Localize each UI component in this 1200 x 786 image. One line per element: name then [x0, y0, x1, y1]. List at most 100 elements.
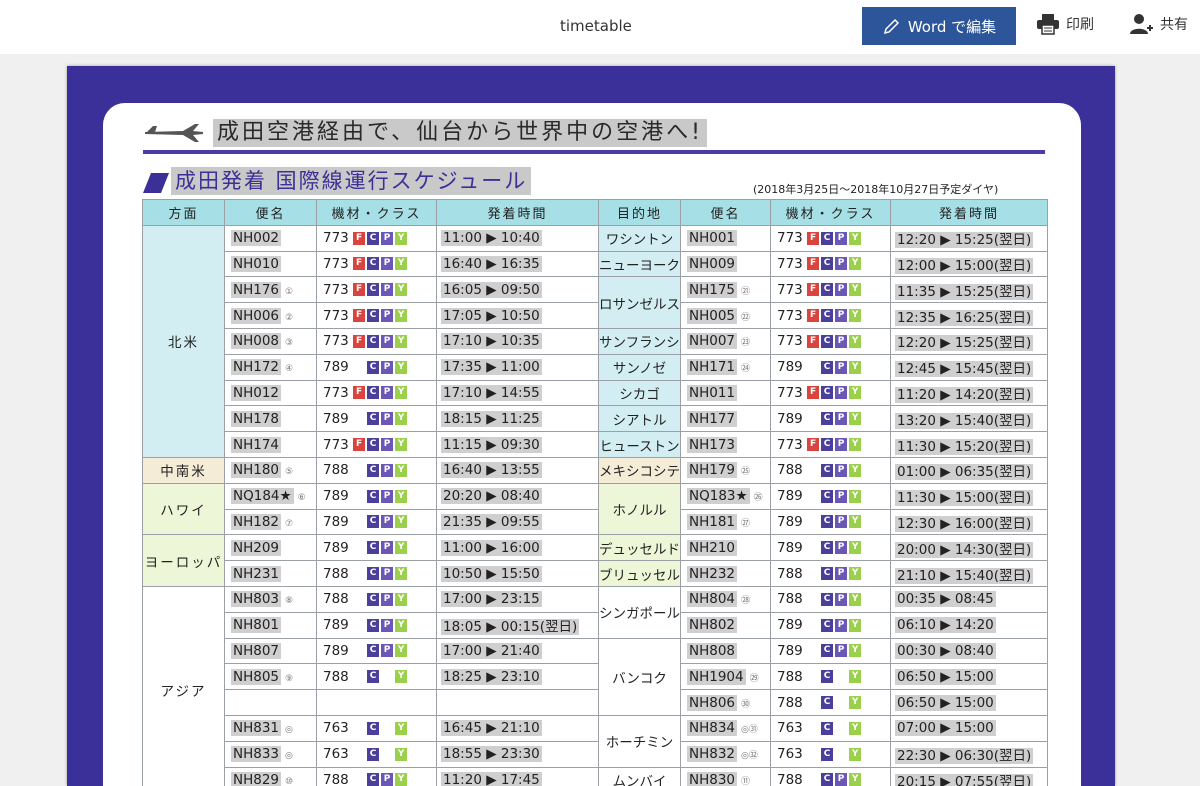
aircraft-in-cell: 788 CY: [770, 663, 891, 691]
time-in-cell: 12:45 ▶ 15:45(翌日): [890, 353, 1048, 381]
class-badge-c: C: [367, 541, 380, 555]
aircraft-type: 773: [777, 230, 803, 247]
class-badge-p: P: [835, 567, 848, 581]
departure-arrival-time: 12:45 ▶ 15:45(翌日): [895, 361, 1034, 378]
time-in-cell: 12:20 ▶ 15:25(翌日): [890, 327, 1048, 355]
class-badge-p: P: [381, 438, 394, 452]
flight-number: NH831: [231, 720, 282, 737]
class-badge-f: [353, 541, 365, 554]
class-badge-y: Y: [395, 463, 408, 477]
departure-arrival-time: 17:10 ▶ 14:55: [441, 384, 542, 401]
footnote-mark: ⑥: [297, 493, 306, 504]
class-badge-y: Y: [849, 670, 862, 684]
col-header-flight-out: 便名: [224, 199, 317, 226]
class-badge-y: Y: [395, 747, 408, 761]
aircraft-type: 789: [323, 359, 349, 376]
class-badge-c: C: [367, 515, 380, 529]
class-badge-c: C: [821, 438, 834, 452]
class-badge-p: P: [835, 515, 848, 529]
footnote-mark: ◎: [285, 751, 293, 762]
aircraft-in-cell: 773 FCPY: [770, 276, 891, 304]
aircraft-out-cell: 773 FCPY: [316, 327, 437, 355]
class-badge-p: P: [381, 257, 394, 271]
table-row: NH805 ⑨ 788 C Y 18:25 ▶ 23:10 NH1904 ㉙ 788 C Y 06…: [143, 663, 1048, 691]
class-badge-c: C: [367, 283, 380, 297]
destination-cell: ムンバイ: [598, 766, 681, 786]
airplane-icon: [145, 124, 203, 142]
table-row: 中南米NH180⑤788 CPY16:40 ▶ 13:55メキシコシティNH17…: [142, 456, 1048, 484]
col-header-region: 方面: [142, 199, 225, 226]
class-badges: FCPY: [353, 257, 408, 271]
print-button[interactable]: 印刷: [1036, 13, 1094, 35]
edit-in-word-button[interactable]: Word で編集: [862, 7, 1016, 45]
time-out-cell: 18:55 ▶ 23:30: [436, 740, 599, 768]
aircraft-type: 788: [777, 694, 803, 711]
printer-icon: [1037, 14, 1059, 35]
time-out-cell: [436, 689, 599, 716]
pencil-icon: [883, 18, 899, 35]
destination-cell: シアトル: [598, 405, 681, 433]
class-badges: CY: [353, 721, 408, 735]
time-out-cell: 21:35 ▶ 09:55: [436, 508, 599, 536]
flight-in-cell: NH011: [680, 379, 771, 407]
schedule-period: (2018年3月25日～2018年10月27日予定ダイヤ): [753, 183, 999, 196]
aircraft-type: 773: [323, 333, 349, 350]
class-badge-y: Y: [849, 360, 862, 374]
class-badge-y: Y: [395, 231, 408, 245]
class-badge-f: [353, 464, 365, 477]
flight-in-cell: NH179 ㉕: [680, 456, 771, 484]
departure-arrival-time: 01:00 ▶ 06:35(翌日): [895, 464, 1034, 481]
aircraft-type: 788: [777, 462, 803, 479]
aircraft-in-cell: 773 FCPY: [770, 379, 891, 407]
class-badge-p: P: [835, 334, 848, 348]
flight-in-cell: NH830 ⑪: [680, 766, 771, 786]
flight-number: NH176: [231, 281, 282, 298]
share-button[interactable]: 共有: [1130, 13, 1188, 35]
class-badges: CPY: [807, 773, 862, 786]
class-badge-f: [807, 515, 819, 528]
flight-out-cell: NH831 ◎: [224, 714, 317, 742]
flight-out-cell: NH178: [224, 405, 317, 433]
destination-cell: ロサンゼルス: [598, 276, 681, 329]
time-out-cell: 17:10 ▶ 10:35: [436, 327, 599, 355]
class-badge-c: C: [821, 670, 834, 684]
flight-number: NH012: [231, 384, 282, 401]
departure-arrival-time: 06:10 ▶ 14:20: [895, 617, 996, 634]
class-badge-c: C: [821, 567, 834, 581]
class-badges: CPY: [807, 463, 862, 477]
class-badge-p: P: [835, 644, 848, 658]
aircraft-in-cell: 789 CPY: [770, 405, 891, 433]
class-badges: CPY: [353, 412, 408, 426]
aircraft-type: 788: [323, 565, 349, 582]
class-badge-c: C: [821, 309, 834, 323]
departure-arrival-time: 18:25 ▶ 23:10: [441, 668, 542, 685]
aircraft-in-cell: 763 CY: [770, 740, 891, 768]
class-badge-f: F: [807, 283, 820, 297]
time-in-cell: 06:50 ▶ 15:00: [890, 689, 1048, 716]
time-out-cell: 20:20 ▶ 08:40: [436, 482, 599, 510]
class-badge-f: F: [353, 334, 366, 348]
footnote-mark: ◎㉛: [741, 725, 758, 736]
aircraft-type: 788: [777, 591, 803, 608]
class-badge-p: P: [381, 386, 394, 400]
aircraft-type: 773: [323, 281, 349, 298]
departure-arrival-time: 12:20 ▶ 15:25(翌日): [895, 335, 1034, 352]
departure-arrival-time: 20:15 ▶ 07:55(翌日): [895, 773, 1034, 786]
class-badge-f: F: [353, 257, 366, 271]
class-badges: CPY: [353, 489, 408, 503]
aircraft-in-cell: 789 CPY: [770, 353, 891, 381]
table-row: NH806 ㉚ 788 C Y 06:50 ▶ 15:00: [143, 689, 1048, 716]
aircraft-type: 789: [777, 488, 803, 505]
aircraft-out-cell: 789 CPY: [316, 508, 437, 536]
flight-in-cell: NH175 ㉑: [680, 276, 771, 304]
flight-number: NH175: [687, 281, 738, 298]
class-badges: CPY: [807, 541, 862, 555]
time-out-cell: 17:05 ▶ 10:50: [436, 302, 599, 329]
aircraft-in-cell: 773 FCPY: [770, 327, 891, 355]
flight-out-cell: NH182 ⑦: [224, 508, 317, 536]
destination-cell: メキシコシティ: [598, 456, 681, 484]
class-badge-y: Y: [395, 592, 408, 606]
flight-in-cell: NH009: [680, 250, 771, 278]
time-in-cell: 12:20 ▶ 15:25(翌日): [890, 224, 1048, 252]
class-badge-y: Y: [395, 283, 408, 297]
